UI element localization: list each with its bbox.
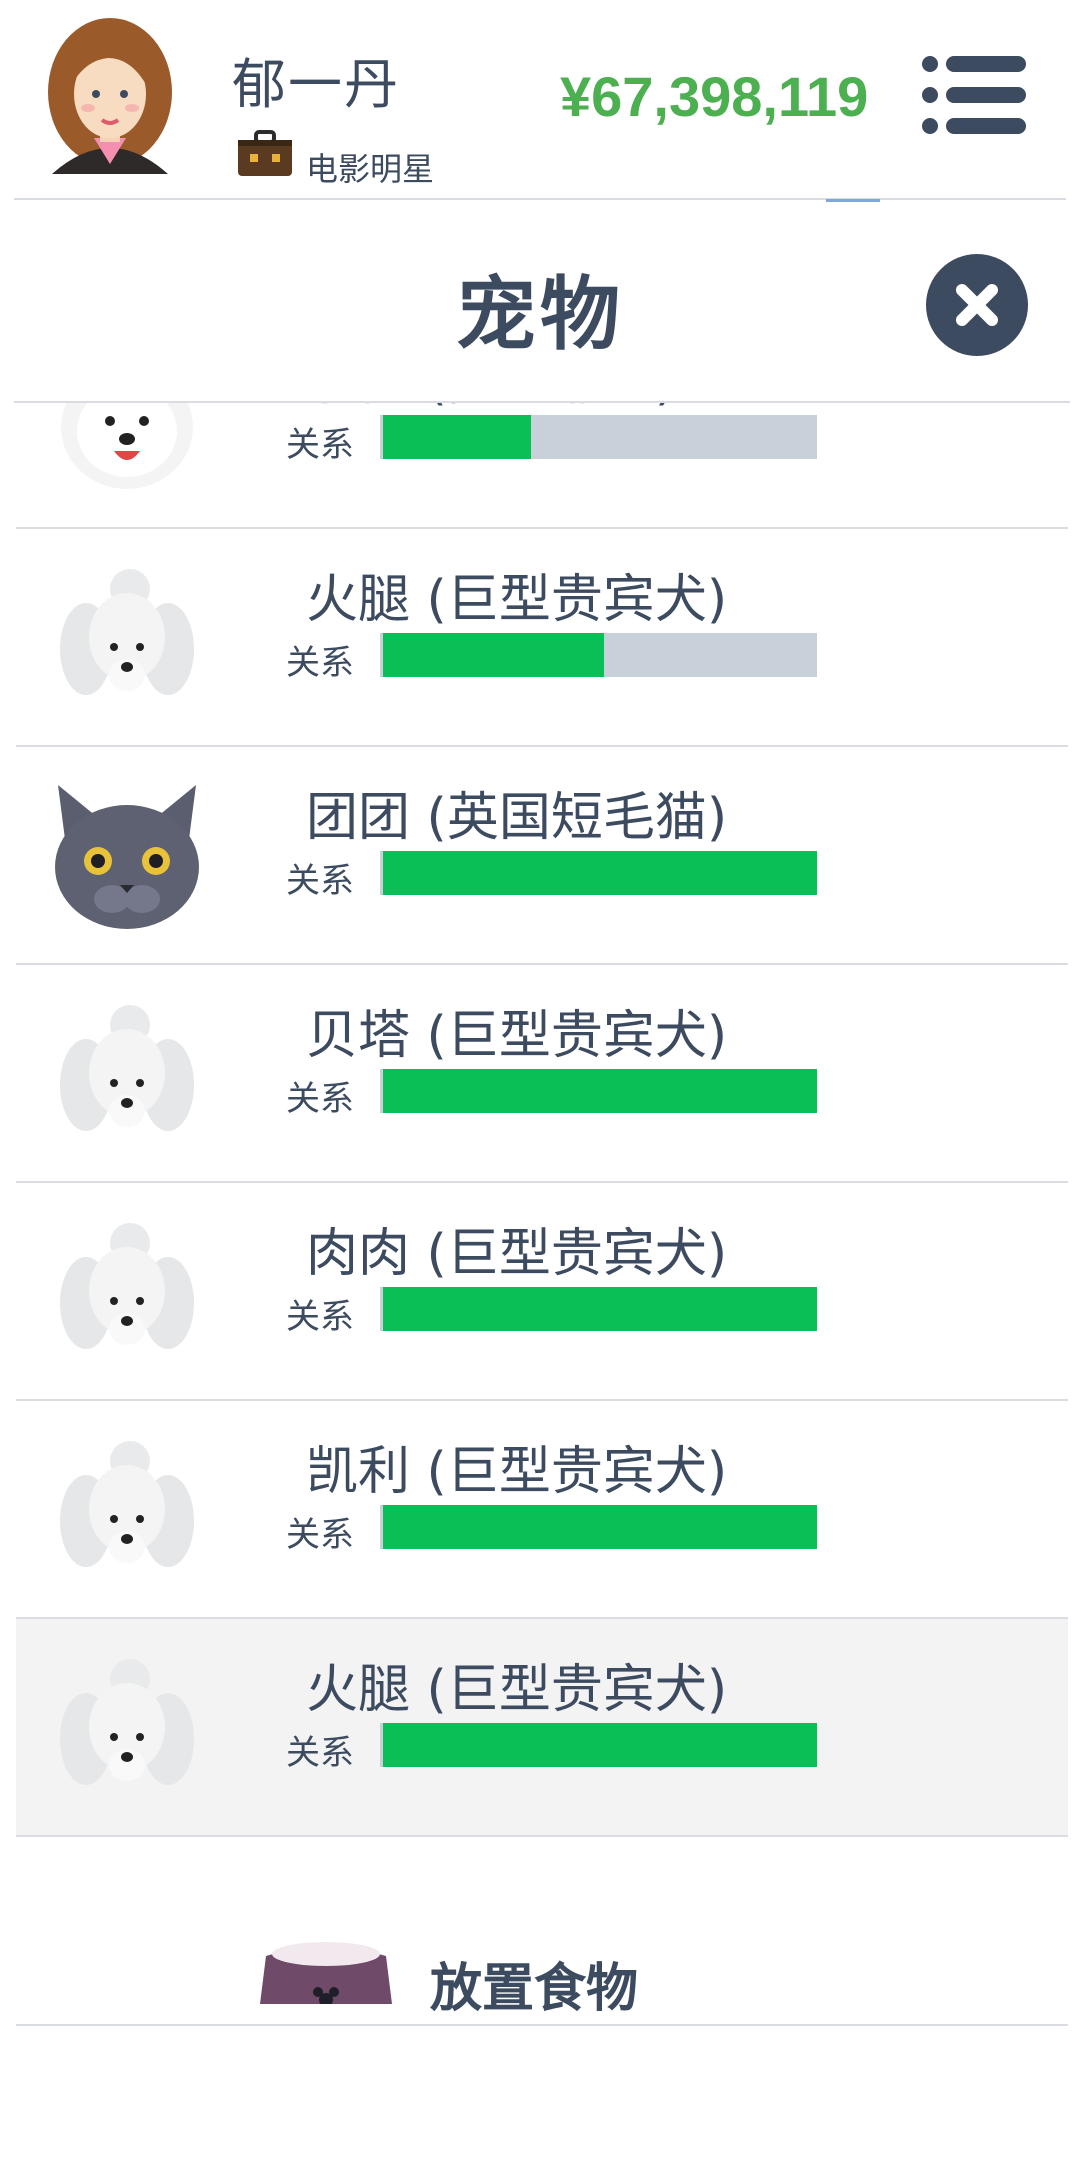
relationship-label: 关系	[286, 861, 354, 901]
pet-row[interactable]: 火腿 (巨型贵宾犬) 关系	[16, 529, 1068, 747]
relationship-bar	[380, 1287, 817, 1331]
briefcase-icon	[238, 130, 292, 176]
pet-row[interactable]: 贝塔 (巨型贵宾犬) 关系	[16, 965, 1068, 1183]
relationship-label: 关系	[286, 425, 354, 465]
top-bar: 郁一丹 电影明星 ¥67,398,119	[0, 0, 1080, 198]
relationship-bar-fill	[383, 1723, 817, 1767]
relationship-bar-fill	[383, 633, 605, 677]
relationship-bar-fill	[383, 415, 531, 459]
relationship-bar	[380, 633, 817, 677]
relationship-bar	[380, 1723, 817, 1767]
player-name: 郁一丹	[232, 53, 400, 116]
relationship-label: 关系	[286, 1297, 354, 1337]
relationship-bar-fill	[383, 1069, 817, 1113]
pet-name: 小白 (萨摩耶犬)	[306, 403, 675, 414]
pet-name: 凯利 (巨型贵宾犬)	[306, 1442, 728, 1502]
pet-row[interactable]: 凯利 (巨型贵宾犬) 关系	[16, 1401, 1068, 1619]
hamburger-menu-icon[interactable]	[922, 54, 1028, 136]
relationship-bar-fill	[383, 1287, 817, 1331]
place-food-button[interactable]: 放置食物	[16, 1868, 1068, 2026]
place-food-label: 放置食物	[430, 1959, 639, 2019]
pet-row[interactable]: 小白 (萨摩耶犬) 关系	[16, 403, 1068, 529]
relationship-bar	[380, 851, 817, 895]
relationship-bar	[380, 415, 817, 459]
scroll-indicator	[826, 199, 880, 202]
relationship-bar	[380, 1505, 817, 1549]
poodle-icon	[52, 1217, 202, 1367]
panel-title: 宠物	[456, 268, 624, 361]
pet-list[interactable]: 小白 (萨摩耶犬)关系火腿 (巨型贵宾犬)关系团团 (英国短毛猫)关系贝塔 (巨…	[0, 403, 1080, 1993]
money-balance: ¥67,398,119	[560, 65, 869, 128]
poodle-icon	[52, 1435, 202, 1585]
pet-name: 团团 (英国短毛猫)	[306, 788, 728, 848]
poodle-icon	[52, 1653, 202, 1803]
relationship-bar-fill	[383, 851, 817, 895]
relationship-label: 关系	[286, 643, 354, 683]
header-divider	[14, 198, 1066, 200]
relationship-bar	[380, 1069, 817, 1113]
pet-name: 贝塔 (巨型贵宾犬)	[306, 1006, 728, 1066]
samoyed-icon	[52, 403, 202, 495]
poodle-icon	[52, 563, 202, 713]
pet-bowl-icon	[260, 1942, 392, 2004]
pet-name: 火腿 (巨型贵宾犬)	[306, 570, 728, 630]
poodle-icon	[52, 999, 202, 1149]
relationship-label: 关系	[286, 1079, 354, 1119]
pet-row[interactable]: 肉肉 (巨型贵宾犬) 关系	[16, 1183, 1068, 1401]
female-avatar-icon[interactable]	[42, 14, 178, 176]
relationship-bar-fill	[383, 1505, 817, 1549]
relationship-label: 关系	[286, 1515, 354, 1555]
job-title: 电影明星	[306, 150, 435, 188]
british-shorthair-cat-icon	[52, 781, 202, 931]
relationship-label: 关系	[286, 1733, 354, 1773]
pet-row[interactable]: 团团 (英国短毛猫) 关系	[16, 747, 1068, 965]
pet-name: 火腿 (巨型贵宾犬)	[306, 1660, 728, 1720]
pet-row[interactable]: 火腿 (巨型贵宾犬) 关系	[16, 1619, 1068, 1837]
pet-name: 肉肉 (巨型贵宾犬)	[306, 1224, 728, 1284]
close-icon	[956, 284, 998, 326]
close-button[interactable]	[926, 254, 1028, 356]
